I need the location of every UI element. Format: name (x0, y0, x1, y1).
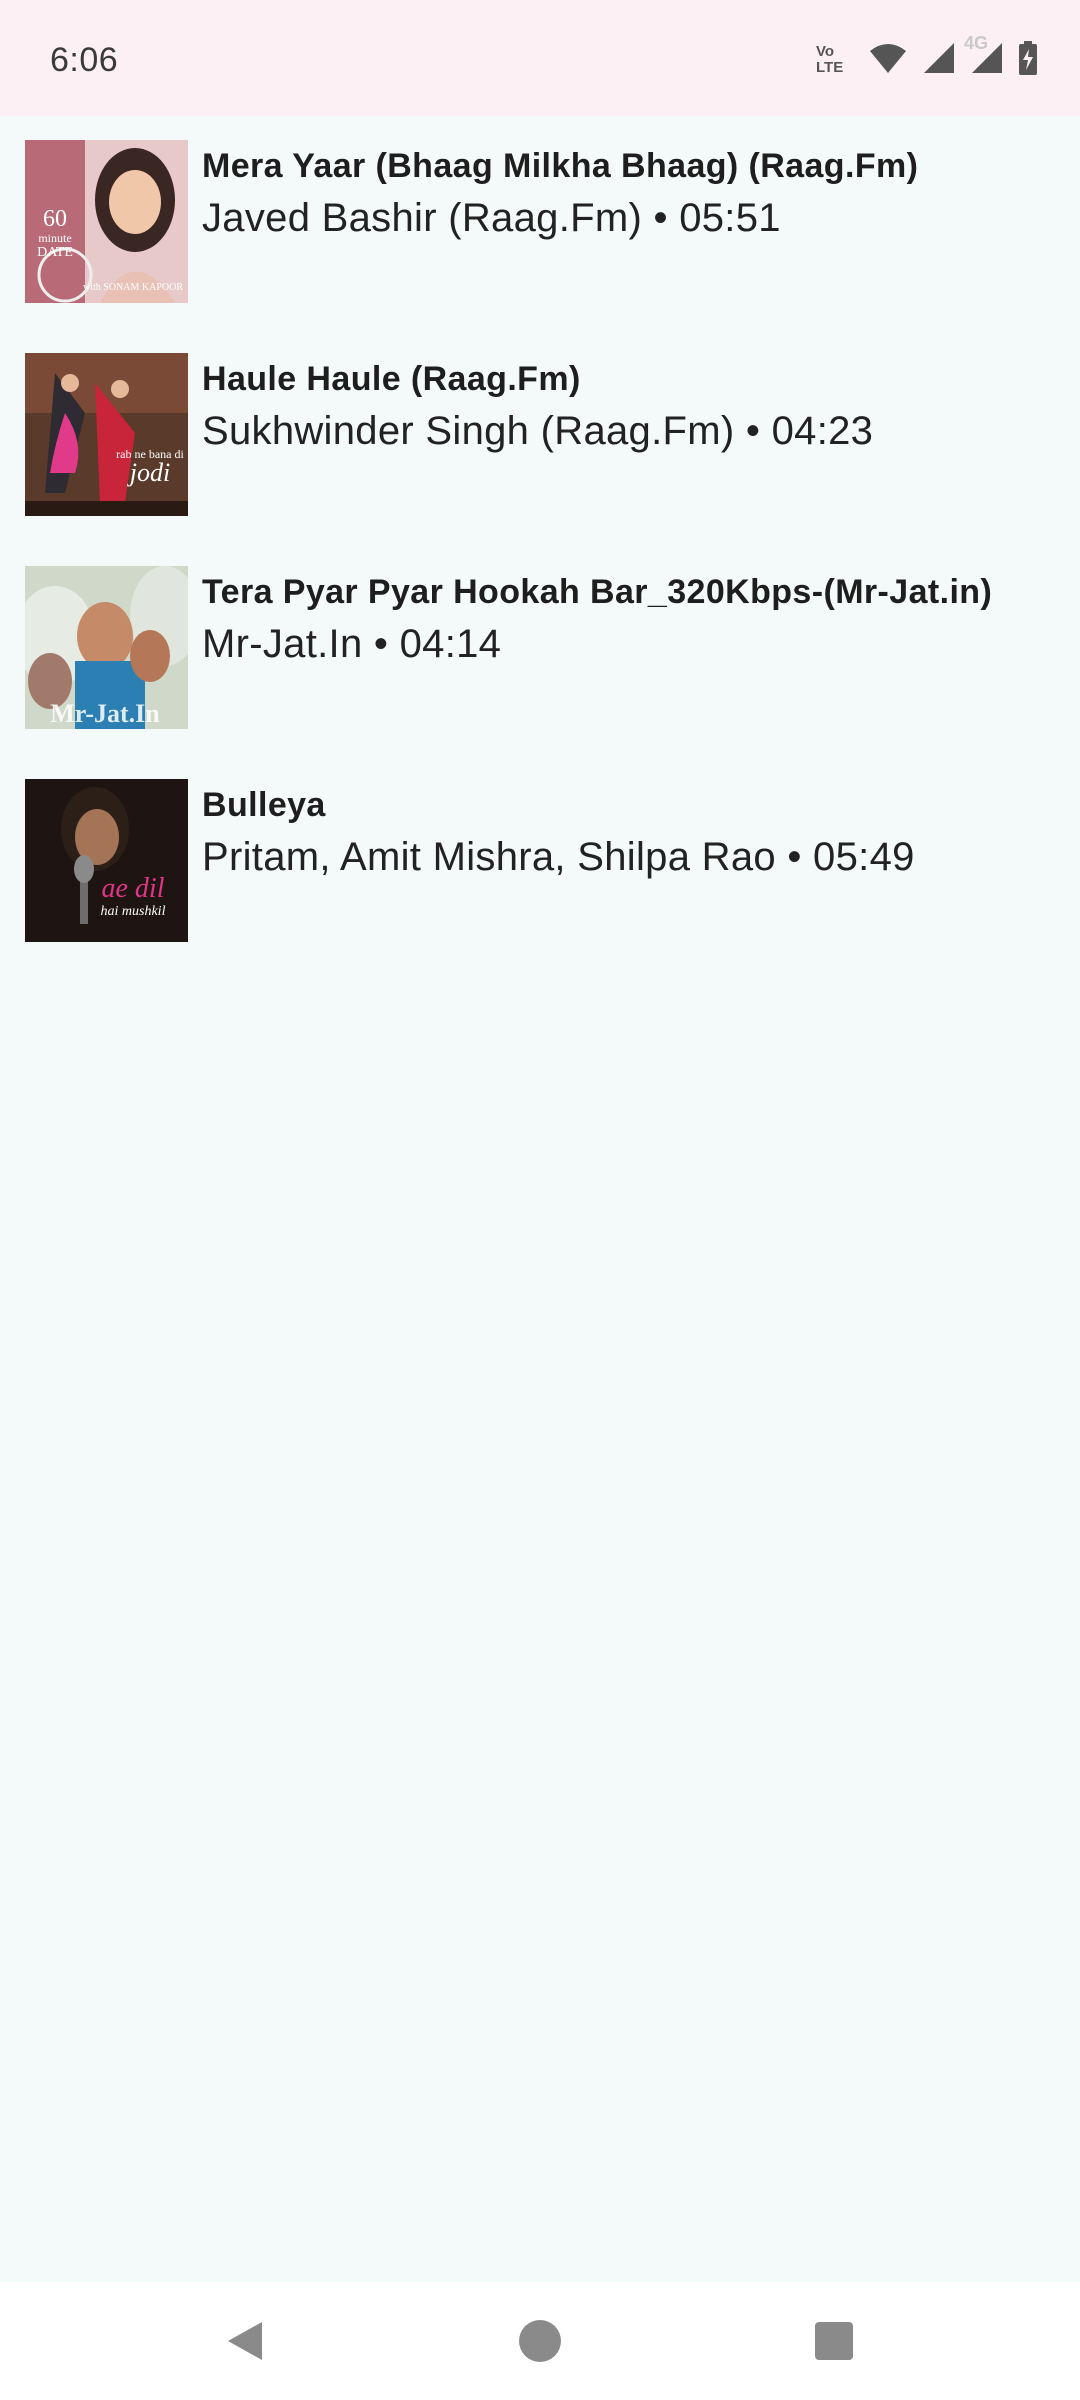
status-time: 6:06 (50, 41, 119, 79)
battery-charging-icon (1018, 40, 1038, 80)
album-art: ae dil hai mushkil (25, 779, 188, 942)
song-item[interactable]: ae dil hai mushkil Bulleya Pritam, Amit … (0, 779, 1080, 979)
album-art: Mr-Jat.In (25, 566, 188, 729)
signal-4g-icon: 4G (964, 33, 1004, 80)
back-button[interactable] (200, 2306, 290, 2376)
song-item[interactable]: 60 minute DATE with SONAM KAPOOR Mera Ya… (0, 140, 1080, 340)
navigation-bar (0, 2282, 1080, 2400)
home-icon (519, 2320, 561, 2362)
recents-button[interactable] (789, 2306, 879, 2376)
song-meta: Mr-Jat.In • 04:14 (202, 622, 502, 666)
song-item[interactable]: rab ne bana di jodi Haule Haule (Raag.Fm… (0, 353, 1080, 553)
song-title: Haule Haule (Raag.Fm) (202, 360, 581, 398)
art-label-mid: jodi (127, 458, 170, 487)
art-label-top: ae dil (102, 873, 165, 904)
art-label-mid: minute (38, 231, 71, 245)
signal-icon (922, 41, 956, 80)
volte-bottom-label: LTE (816, 59, 844, 76)
song-item[interactable]: Mr-Jat.In Tera Pyar Pyar Hookah Bar_320K… (0, 566, 1080, 766)
status-bar: 6:06 Vo LTE 4G (0, 0, 1080, 116)
album-art: rab ne bana di jodi (25, 353, 188, 516)
volte-icon: Vo LTE (816, 44, 854, 76)
song-title: Tera Pyar Pyar Hookah Bar_320Kbps-(Mr-Ja… (202, 573, 993, 611)
song-meta: Sukhwinder Singh (Raag.Fm) • 04:23 (202, 409, 874, 453)
song-meta: Javed Bashir (Raag.Fm) • 05:51 (202, 196, 781, 240)
home-button[interactable] (495, 2306, 585, 2376)
art-caption: Mr-Jat.In (50, 699, 160, 728)
art-label-mid: hai mushkil (101, 904, 166, 919)
network-type-label: 4G (964, 32, 989, 53)
recents-icon (815, 2322, 853, 2360)
back-icon (228, 2322, 262, 2360)
art-label-bottom: DATE (37, 245, 73, 260)
art-label-top: 60 (43, 206, 67, 232)
wifi-icon (868, 41, 908, 80)
art-caption: with SONAM KAPOOR (83, 282, 183, 293)
status-icons: Vo LTE 4G (816, 33, 1038, 82)
volte-top-label: Vo (816, 43, 835, 60)
song-meta: Pritam, Amit Mishra, Shilpa Rao • 05:49 (202, 835, 915, 879)
album-art: 60 minute DATE with SONAM KAPOOR (25, 140, 188, 303)
song-title: Bulleya (202, 786, 326, 824)
song-title: Mera Yaar (Bhaag Milkha Bhaag) (Raag.Fm) (202, 147, 919, 185)
